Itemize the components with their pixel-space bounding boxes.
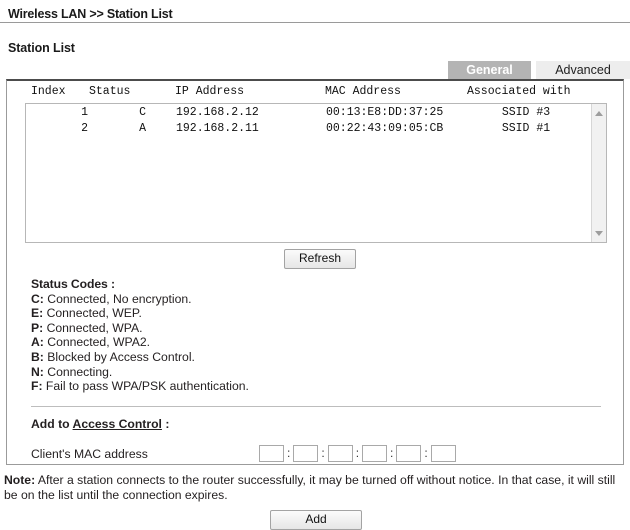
- note-body: After a station connects to the router s…: [4, 473, 616, 502]
- status-code-a: A: Connected, WPA2.: [31, 335, 623, 350]
- station-list-panel: Index Status IP Address MAC Address Asso…: [6, 79, 624, 465]
- mac-octet-5-input[interactable]: [396, 444, 422, 462]
- cell-index: 1: [81, 106, 88, 119]
- page-title: Station List: [8, 41, 75, 55]
- status-code-text: Connected, WPA2.: [43, 335, 151, 350]
- column-header-ip-address: IP Address: [175, 85, 245, 98]
- cell-mac-address: 00:13:E8:DD:37:25: [326, 106, 444, 119]
- column-header-associated-with: Associated with: [467, 85, 571, 98]
- breadcrumb-divider: [0, 22, 630, 23]
- mac-octet-6-input[interactable]: [430, 444, 456, 462]
- status-code-n: N: Connecting.: [31, 365, 623, 380]
- status-code-text: Connecting.: [43, 364, 113, 379]
- client-mac-address-row: Client's MAC address : : : : :: [31, 444, 623, 465]
- cell-ip-address: 192.168.2.12: [176, 106, 259, 119]
- section-divider: [31, 405, 601, 407]
- status-code-e: E: Connected, WEP.: [31, 306, 623, 321]
- add-to-label: Add to: [31, 416, 70, 431]
- column-header-status: Status: [89, 85, 131, 98]
- mac-octet-1-input[interactable]: [259, 444, 284, 462]
- station-list-header: Index Status IP Address MAC Address Asso…: [7, 85, 623, 102]
- status-code-text: Fail to pass WPA/PSK authentication.: [42, 379, 249, 394]
- column-header-mac-address: MAC Address: [325, 85, 401, 98]
- breadcrumb-bar: Wireless LAN >> Station List: [0, 0, 630, 21]
- mac-octet-3-input[interactable]: [327, 444, 353, 462]
- status-code-f: F: Fail to pass WPA/PSK authentication.: [31, 379, 623, 394]
- status-code-key: A:: [31, 335, 44, 350]
- mac-octet-4-input[interactable]: [362, 444, 388, 462]
- status-code-p: P: Connected, WPA.: [31, 321, 623, 336]
- status-code-text: Connected, WEP.: [43, 306, 142, 321]
- cell-associated-with: SSID #3: [501, 106, 551, 119]
- scroll-up-icon[interactable]: [592, 106, 606, 120]
- station-list-rows: 1 C 192.168.2.12 00:13:E8:DD:37:25 SSID …: [26, 104, 606, 138]
- note-label: Note:: [4, 473, 36, 487]
- breadcrumb: Wireless LAN >> Station List: [8, 7, 173, 21]
- status-code-text: Connected, No encryption.: [43, 291, 192, 306]
- cell-mac-address: 00:22:43:09:05:CB: [326, 122, 444, 135]
- refresh-button[interactable]: Refresh: [283, 249, 357, 269]
- status-code-key: F:: [31, 379, 43, 394]
- cell-status: A: [139, 122, 146, 135]
- status-codes-block: Status Codes : C: Connected, No encrypti…: [31, 277, 623, 394]
- tab-general[interactable]: General: [448, 61, 531, 79]
- access-control-link[interactable]: Access Control: [73, 417, 162, 431]
- tab-strip: General Advanced: [0, 61, 630, 79]
- status-code-key: P:: [31, 320, 44, 335]
- table-row[interactable]: 1 C 192.168.2.12 00:13:E8:DD:37:25 SSID …: [26, 106, 606, 122]
- refresh-button-row: Refresh: [7, 249, 623, 269]
- status-codes-title: Status Codes :: [31, 277, 115, 291]
- cell-status: C: [139, 106, 146, 119]
- column-header-index: Index: [31, 85, 66, 98]
- cell-ip-address: 192.168.2.11: [176, 122, 259, 135]
- status-code-key: E:: [31, 306, 44, 321]
- status-code-key: N:: [31, 364, 44, 379]
- mac-separator: :: [424, 445, 428, 460]
- mac-separator: :: [321, 445, 325, 460]
- status-code-c: C: Connected, No encryption.: [31, 292, 623, 307]
- status-code-text: Blocked by Access Control.: [43, 349, 195, 364]
- status-code-key: B:: [31, 349, 44, 364]
- scroll-down-icon[interactable]: [592, 226, 606, 240]
- add-button[interactable]: Add: [270, 510, 362, 530]
- mac-separator: :: [390, 445, 394, 460]
- status-code-b: B: Blocked by Access Control.: [31, 350, 623, 365]
- add-to-suffix: :: [165, 416, 170, 431]
- status-code-key: C:: [31, 291, 44, 306]
- station-list-box[interactable]: 1 C 192.168.2.12 00:13:E8:DD:37:25 SSID …: [25, 103, 607, 243]
- client-mac-address-label: Client's MAC address: [31, 446, 148, 461]
- mac-separator: :: [287, 445, 291, 460]
- cell-index: 2: [81, 122, 88, 135]
- tab-advanced[interactable]: Advanced: [536, 61, 630, 79]
- note-text: Note: After a station connects to the ro…: [4, 473, 624, 503]
- table-row[interactable]: 2 A 192.168.2.11 00:22:43:09:05:CB SSID …: [26, 122, 606, 138]
- add-to-access-control-row: Add to Access Control :: [31, 417, 623, 431]
- status-code-text: Connected, WPA.: [43, 320, 143, 335]
- add-button-row: Add: [0, 510, 630, 530]
- mac-octet-2-input[interactable]: [293, 444, 319, 462]
- cell-associated-with: SSID #1: [501, 122, 551, 135]
- client-mac-address-inputs: : : : : :: [259, 444, 456, 462]
- mac-separator: :: [355, 445, 360, 460]
- scrollbar[interactable]: [591, 104, 606, 242]
